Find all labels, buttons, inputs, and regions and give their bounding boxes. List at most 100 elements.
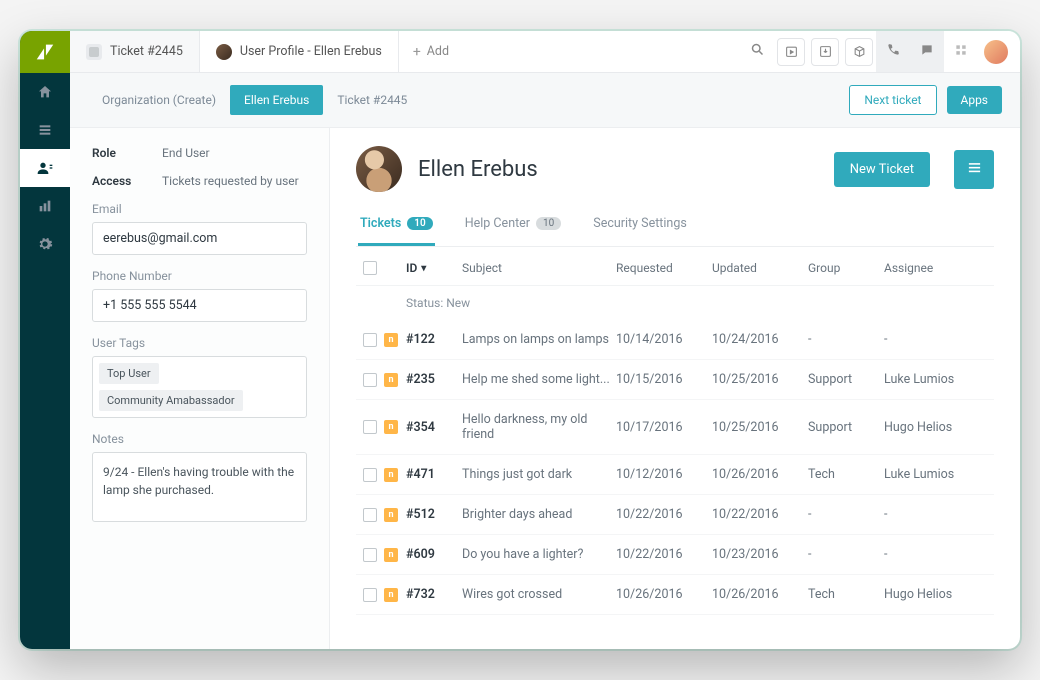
user-tags-field[interactable]: Top User Community Amabassador (92, 356, 307, 418)
toolbar-apps-grid[interactable] (944, 31, 978, 72)
ticket-id: #471 (406, 467, 462, 482)
ticket-row[interactable]: n#122Lamps on lamps on lamps10/14/201610… (356, 320, 994, 360)
ptab-help-center[interactable]: Help Center 10 (463, 206, 564, 246)
ticket-id: #354 (406, 420, 462, 435)
toolbar-app2[interactable] (808, 31, 842, 72)
ticket-status-icon: n (384, 508, 398, 522)
apps-button[interactable]: Apps (947, 86, 1003, 114)
ticket-status-icon: n (384, 333, 398, 347)
ticket-requested: 10/12/2016 (616, 467, 712, 482)
row-checkbox[interactable] (363, 333, 377, 347)
toolbar-app3[interactable] (842, 31, 876, 72)
tickets-table-header: ID ▾ Subject Requested Updated Group Ass… (356, 247, 994, 286)
ticket-group: - (808, 332, 884, 347)
row-checkbox[interactable] (363, 508, 377, 522)
phone-icon (886, 42, 900, 61)
package-icon (845, 38, 873, 66)
email-label: Email (92, 202, 307, 216)
toolbar-app1[interactable] (774, 31, 808, 72)
user-menu-button[interactable] (954, 150, 994, 189)
sidebar-views[interactable] (20, 111, 70, 149)
toolbar-chat[interactable] (910, 31, 944, 72)
col-subject[interactable]: Subject (462, 261, 616, 275)
ticket-assignee: Hugo Helios (884, 420, 994, 435)
ticket-status-icon: n (384, 588, 398, 602)
ticket-row[interactable]: n#732Wires got crossed10/26/201610/26/20… (356, 575, 994, 615)
ticket-assignee: - (884, 332, 994, 347)
ticket-row[interactable]: n#471Things just got dark10/12/201610/26… (356, 455, 994, 495)
user-avatar[interactable] (356, 146, 402, 192)
ticket-id: #609 (406, 547, 462, 562)
ptab-tickets[interactable]: Tickets 10 (358, 206, 435, 246)
ticket-subject: Hello darkness, my old friend (462, 412, 616, 442)
ticket-subject: Do you have a lighter? (462, 547, 616, 562)
ticket-row[interactable]: n#235Help me shed some light...10/15/201… (356, 360, 994, 400)
app-sidebar (20, 31, 70, 649)
next-ticket-button[interactable]: Next ticket (849, 85, 936, 115)
tag[interactable]: Community Amabassador (99, 390, 243, 411)
tab-user-profile[interactable]: User Profile - Ellen Erebus (200, 31, 399, 72)
col-updated[interactable]: Updated (712, 261, 808, 275)
ticket-id: #235 (406, 372, 462, 387)
ticket-assignee: - (884, 547, 994, 562)
ticket-updated: 10/26/2016 (712, 587, 808, 602)
row-checkbox[interactable] (363, 468, 377, 482)
ticket-group: Support (808, 420, 884, 435)
ticket-updated: 10/25/2016 (712, 372, 808, 387)
ticket-status-icon: n (384, 373, 398, 387)
subtab-ticket[interactable]: Ticket #2445 (323, 85, 421, 115)
plus-icon: + (413, 44, 421, 60)
menu-icon (967, 160, 982, 179)
phone-field[interactable] (92, 289, 307, 322)
subtab-organization[interactable]: Organization (Create) (88, 85, 230, 115)
col-group[interactable]: Group (808, 261, 884, 275)
subtab-user[interactable]: Ellen Erebus (230, 85, 323, 115)
sidebar-reports[interactable] (20, 187, 70, 225)
ticket-status-icon: n (384, 468, 398, 482)
tab-add[interactable]: + Add (399, 31, 463, 72)
email-field[interactable] (92, 222, 307, 255)
user-avatar-icon (216, 44, 232, 60)
ticket-requested: 10/22/2016 (616, 547, 712, 562)
ticket-subject: Things just got dark (462, 467, 616, 482)
col-id[interactable]: ID ▾ (406, 261, 462, 275)
toolbar-call[interactable] (876, 31, 910, 72)
col-assignee[interactable]: Assignee (884, 261, 994, 275)
tag[interactable]: Top User (99, 363, 159, 384)
ptab-tickets-badge: 10 (407, 217, 432, 230)
notes-field[interactable]: 9/24 - Ellen's having trouble with the l… (92, 452, 307, 522)
tab-label: Ticket #2445 (110, 44, 183, 59)
sidebar-settings[interactable] (20, 225, 70, 263)
col-id-label: ID (406, 261, 417, 275)
current-user-avatar[interactable] (984, 40, 1008, 64)
ticket-group: - (808, 507, 884, 522)
ptab-security[interactable]: Security Settings (591, 206, 689, 246)
ticket-group: Support (808, 372, 884, 387)
user-name: Ellen Erebus (418, 157, 818, 182)
row-checkbox[interactable] (363, 588, 377, 602)
access-value: Tickets requested by user (162, 174, 307, 188)
select-all-checkbox[interactable] (363, 261, 377, 275)
ticket-requested: 10/17/2016 (616, 420, 712, 435)
tickets-rows: n#122Lamps on lamps on lamps10/14/201610… (356, 320, 994, 649)
ptab-label: Security Settings (593, 216, 687, 231)
sidebar-home[interactable] (20, 73, 70, 111)
row-checkbox[interactable] (363, 548, 377, 562)
tab-ticket-2445[interactable]: Ticket #2445 (70, 31, 200, 72)
ticket-subject: Wires got crossed (462, 587, 616, 602)
user-main-panel: Ellen Erebus New Ticket Tickets 10 Help … (330, 128, 1020, 649)
calendar-play-icon (777, 38, 805, 66)
sidebar-users[interactable] (20, 149, 70, 187)
user-tags-label: User Tags (92, 336, 307, 350)
new-ticket-button[interactable]: New Ticket (834, 152, 930, 187)
row-checkbox[interactable] (363, 373, 377, 387)
col-requested[interactable]: Requested (616, 261, 712, 275)
toolbar-search[interactable] (740, 31, 774, 72)
ticket-row[interactable]: n#512Brighter days ahead10/22/201610/22/… (356, 495, 994, 535)
brand-logo[interactable] (20, 31, 70, 73)
ticket-row[interactable]: n#354Hello darkness, my old friend10/17/… (356, 400, 994, 455)
download-icon (811, 38, 839, 66)
row-checkbox[interactable] (363, 420, 377, 434)
ticket-row[interactable]: n#609Do you have a lighter?10/22/201610/… (356, 535, 994, 575)
ticket-id: #122 (406, 332, 462, 347)
